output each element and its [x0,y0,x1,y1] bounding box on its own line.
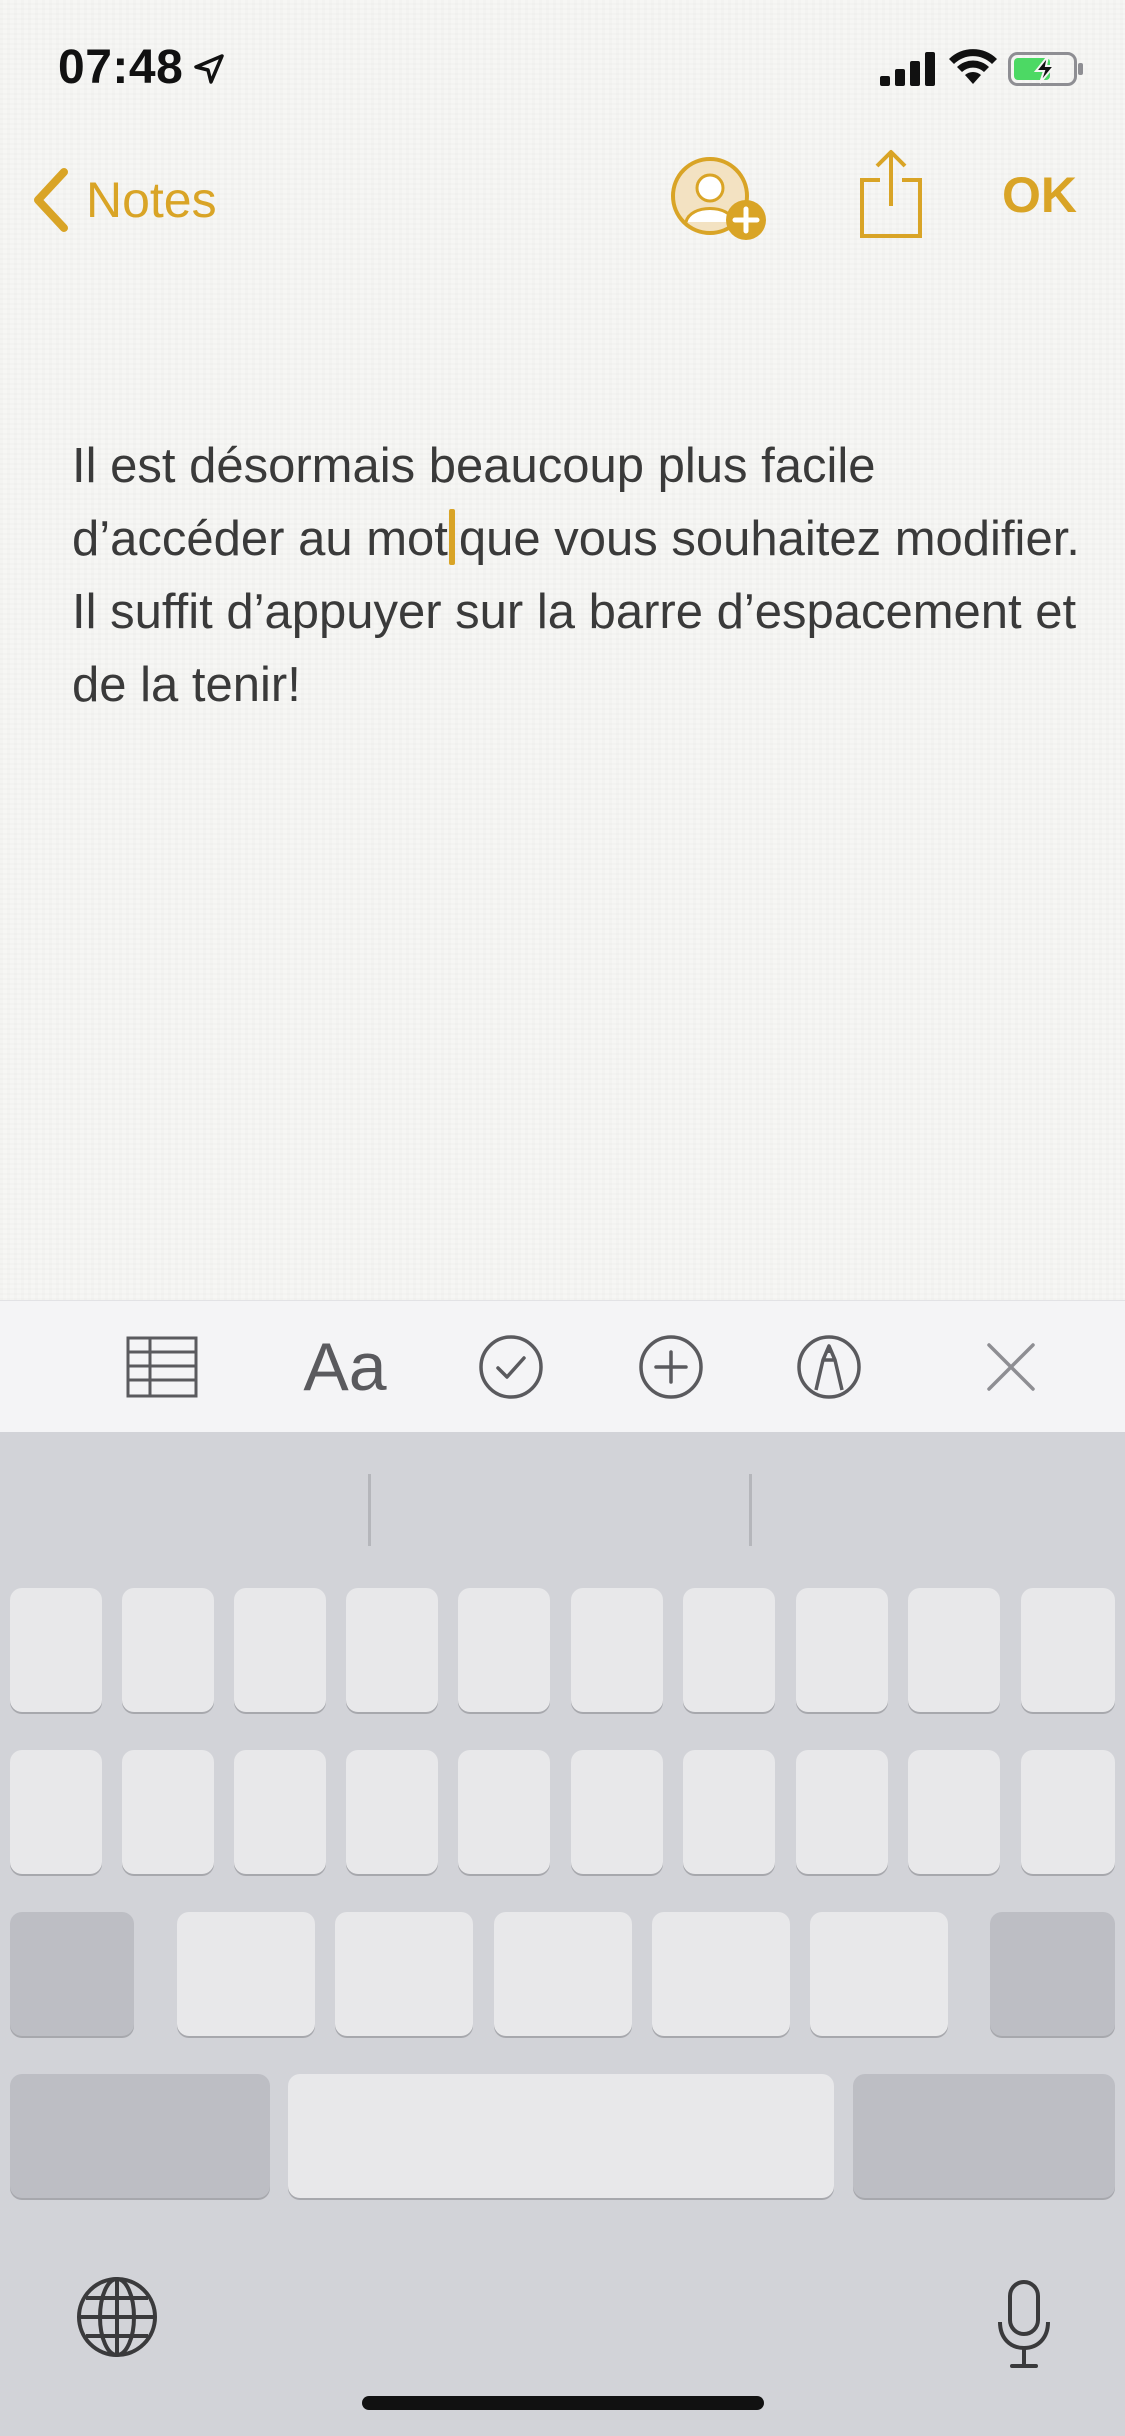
key[interactable] [234,1588,326,1712]
key[interactable] [234,1750,326,1874]
suggestion-divider [749,1474,752,1546]
battery-charging-icon [1008,52,1083,86]
chevron-left-icon [34,168,68,232]
note-body[interactable]: Il est désormais beaucoup plus facile d’… [72,430,1082,722]
return-key[interactable] [853,2074,1115,2198]
wifi-icon [949,49,997,84]
delete-key[interactable] [990,1912,1115,2036]
key[interactable] [458,1588,550,1712]
add-icon [639,1335,703,1399]
key[interactable] [683,1750,775,1874]
key[interactable] [796,1588,888,1712]
text-format-button[interactable]: Aa [290,1301,400,1433]
key[interactable] [494,1912,632,2036]
microphone-icon[interactable] [994,2278,1054,2372]
key[interactable] [346,1588,438,1712]
key[interactable] [810,1912,948,2036]
table-icon [126,1336,198,1398]
key[interactable] [122,1750,214,1874]
key[interactable] [652,1912,790,2036]
insert-table-button[interactable] [120,1301,204,1433]
key[interactable] [1021,1588,1115,1712]
key[interactable] [908,1588,1000,1712]
status-bar: 07:48 [0,0,1125,140]
key[interactable] [796,1750,888,1874]
globe-icon[interactable] [74,2274,160,2360]
key[interactable] [908,1750,1000,1874]
key[interactable] [571,1588,663,1712]
close-toolbar-button[interactable] [980,1301,1042,1433]
key[interactable] [122,1588,214,1712]
home-indicator[interactable] [362,2396,764,2410]
cellular-signal-icon [880,52,935,86]
status-time: 07:48 [58,41,184,94]
shift-key[interactable] [10,1912,134,2036]
add-person-icon[interactable] [668,152,772,248]
key[interactable] [458,1750,550,1874]
format-label: Aa [303,1329,387,1405]
add-attachment-button[interactable] [636,1301,706,1433]
ok-button[interactable]: OK [1002,166,1077,224]
key[interactable] [683,1588,775,1712]
markup-button[interactable] [794,1301,864,1433]
notes-format-toolbar: Aa [0,1300,1125,1432]
share-icon[interactable] [856,148,926,240]
key[interactable] [335,1912,473,2036]
key[interactable] [177,1912,315,2036]
close-icon [987,1343,1035,1391]
key[interactable] [1021,1750,1115,1874]
keyboard-trackpad[interactable] [0,1432,1125,2436]
checklist-icon [479,1335,543,1399]
numbers-key[interactable] [10,2074,270,2198]
space-bar[interactable] [288,2074,834,2198]
text-cursor [448,509,455,565]
key[interactable] [10,1750,102,1874]
key[interactable] [10,1588,102,1712]
key[interactable] [571,1750,663,1874]
checklist-button[interactable] [476,1301,546,1433]
key[interactable] [346,1750,438,1874]
back-to-notes-button[interactable]: Notes [30,160,260,240]
suggestion-divider [368,1474,371,1546]
back-label: Notes [86,172,217,228]
location-arrow-icon [194,54,224,84]
markup-pen-icon [797,1335,861,1399]
